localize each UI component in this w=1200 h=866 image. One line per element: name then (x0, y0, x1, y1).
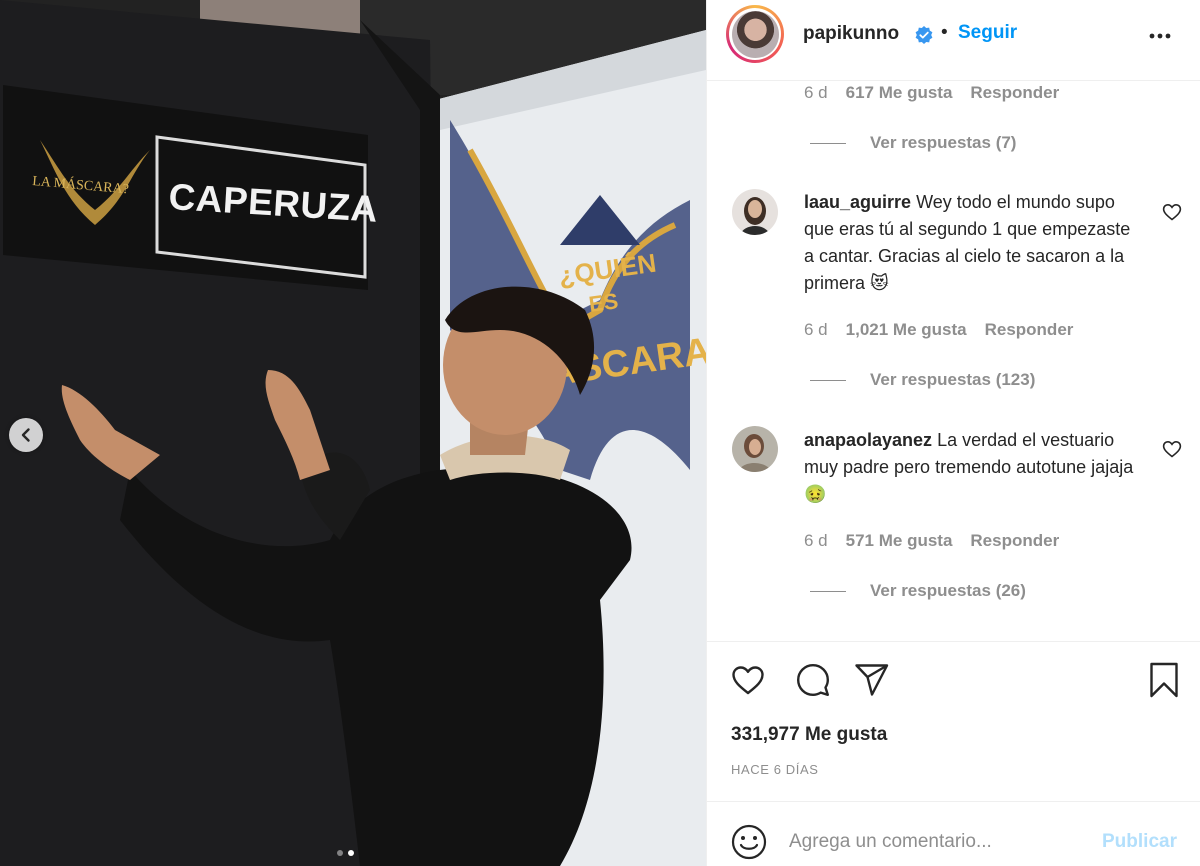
view-replies-label: Ver respuestas (26) (870, 581, 1026, 600)
verified-badge-icon (915, 26, 933, 44)
post-sidebar: papikunno • Seguir 6 d 617 Me gusta Resp… (706, 0, 1200, 866)
comment-likes[interactable]: 617 Me gusta (846, 83, 953, 103)
comment-body: anapaolayanez La verdad el vestuario muy… (804, 427, 1144, 508)
view-replies-button[interactable]: Ver respuestas (26) (810, 581, 1026, 601)
svg-text:ES: ES (587, 288, 620, 317)
reply-button[interactable]: Responder (970, 83, 1059, 103)
reply-button[interactable]: Responder (985, 320, 1074, 340)
comment-age: 6 d (804, 531, 828, 550)
heart-icon[interactable] (729, 661, 767, 699)
author-avatar[interactable] (726, 5, 784, 63)
avatar-border (729, 8, 781, 60)
carousel-dot-active (348, 850, 354, 856)
post-likes-count[interactable]: 331,977 Me gusta (731, 724, 887, 746)
comment-age: 6 d (804, 83, 828, 102)
bookmark-icon[interactable] (1145, 661, 1183, 699)
comment-age: 6 d (804, 320, 828, 339)
add-comment-bar: Publicar (707, 801, 1200, 866)
chevron-left-icon (21, 428, 30, 442)
comment-meta: 6 d 617 Me gusta Responder (804, 83, 1077, 103)
carousel-dot (337, 850, 343, 856)
post-header: papikunno • Seguir (707, 0, 1200, 81)
commenter-username[interactable]: laau_aguirre (804, 192, 911, 212)
emoji-icon[interactable] (729, 822, 769, 862)
replies-divider (810, 379, 846, 381)
more-options-icon[interactable] (1147, 24, 1173, 48)
view-replies-label: Ver respuestas (123) (870, 370, 1036, 389)
comment-body: laau_aguirre Wey todo el mundo supo que … (804, 189, 1144, 297)
replies-divider (810, 142, 846, 144)
like-comment-heart-icon[interactable] (1161, 201, 1183, 223)
view-replies-button[interactable]: Ver respuestas (123) (810, 370, 1035, 390)
commenter-avatar[interactable] (732, 426, 778, 472)
photo-scene: ¿QUIÉN ES MÁSCARA? LA MÁSCARA? (0, 0, 706, 866)
comments-list[interactable]: 6 d 617 Me gusta Responder Ver respuesta… (707, 81, 1200, 641)
header-separator: • (941, 22, 948, 43)
follow-button[interactable]: Seguir (958, 22, 1017, 44)
avatar-photo (731, 10, 779, 58)
carousel-indicator (337, 850, 354, 856)
post-timestamp[interactable]: HACE 6 DÍAS (731, 762, 819, 777)
avatar-photo (732, 189, 778, 235)
reply-button[interactable]: Responder (970, 531, 1059, 551)
comment-likes[interactable]: 571 Me gusta (846, 531, 953, 551)
avatar-photo (732, 426, 778, 472)
post-photo: ¿QUIÉN ES MÁSCARA? LA MÁSCARA? CAPERUZA (0, 0, 706, 866)
comment-icon[interactable] (794, 661, 832, 699)
commenter-avatar[interactable] (732, 189, 778, 235)
replies-divider (810, 590, 846, 592)
commenter-username[interactable]: anapaolayanez (804, 430, 932, 450)
publish-button[interactable]: Publicar (1102, 831, 1177, 853)
author-username[interactable]: papikunno (803, 23, 899, 45)
view-replies-label: Ver respuestas (7) (870, 133, 1017, 152)
comment-meta: 6 d 571 Me gusta Responder (804, 531, 1077, 551)
comment-input[interactable] (789, 826, 1089, 858)
view-replies-button[interactable]: Ver respuestas (7) (810, 133, 1016, 153)
post-actions: 331,977 Me gusta HACE 6 DÍAS (707, 641, 1200, 801)
carousel-prev-button[interactable] (9, 418, 43, 452)
comment-likes[interactable]: 1,021 Me gusta (846, 320, 967, 340)
instagram-post-view: ¿QUIÉN ES MÁSCARA? LA MÁSCARA? CAPERUZA … (0, 0, 1200, 866)
comment-meta: 6 d 1,021 Me gusta Responder (804, 320, 1091, 340)
like-comment-heart-icon[interactable] (1161, 438, 1183, 460)
share-icon[interactable] (853, 661, 891, 699)
